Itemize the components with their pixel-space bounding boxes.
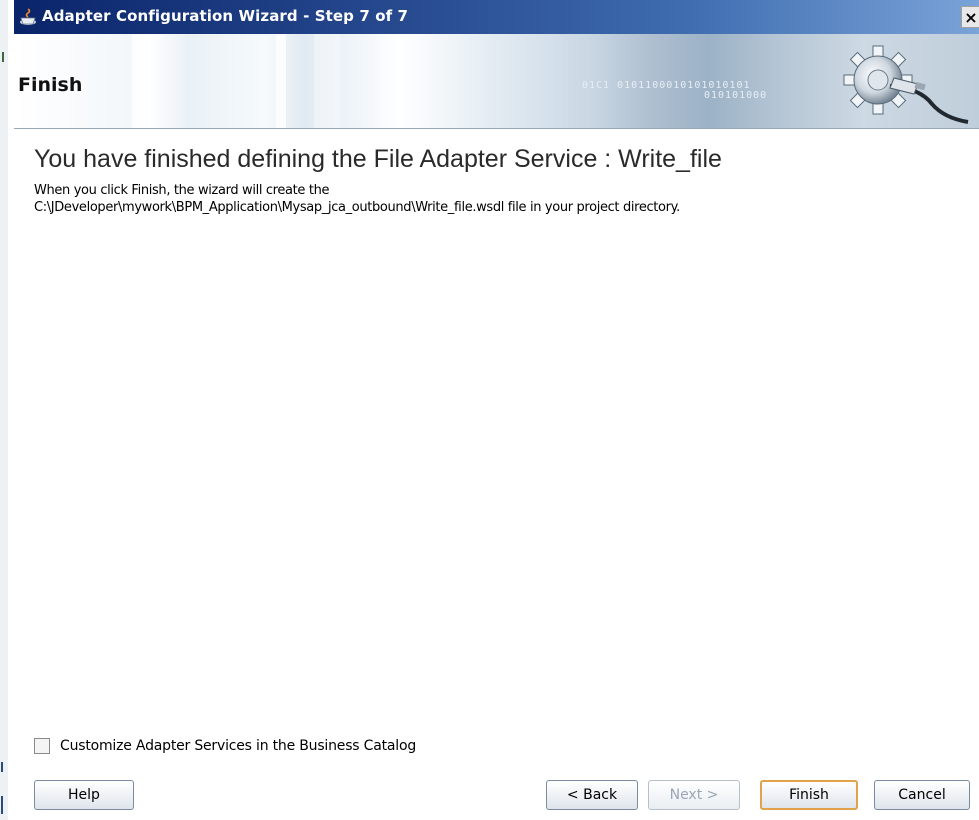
- page-header-banner: Finish 01C1 0101100010101010101 01010100…: [14, 34, 979, 129]
- customize-option[interactable]: Customize Adapter Services in the Busine…: [34, 736, 416, 756]
- back-button[interactable]: < Back: [546, 780, 638, 810]
- description-line: C:\JDeveloper\mywork\BPM_Application\Mys…: [34, 200, 680, 215]
- customize-checkbox-label[interactable]: Customize Adapter Services in the Busine…: [60, 738, 416, 754]
- gear-plug-icon: [843, 45, 969, 124]
- binary-decoration: 010101000: [704, 90, 768, 101]
- title-bar[interactable]: Adapter Configuration Wizard - Step 7 of…: [14, 0, 979, 34]
- help-button[interactable]: Help: [34, 780, 134, 810]
- window-title: Adapter Configuration Wizard - Step 7 of…: [42, 7, 409, 25]
- page-heading: Finish: [18, 74, 83, 96]
- page-title: You have finished defining the File Adap…: [34, 145, 722, 173]
- finish-button[interactable]: Finish: [760, 780, 858, 810]
- description-line: When you click Finish, the wizard will c…: [34, 183, 330, 198]
- java-cup-icon: [20, 8, 36, 25]
- customize-checkbox[interactable]: [34, 738, 50, 754]
- description: When you click Finish, the wizard will c…: [34, 182, 680, 216]
- next-button[interactable]: Next >: [648, 780, 740, 810]
- background-window-edge: [0, 0, 8, 820]
- close-button[interactable]: ×: [961, 6, 979, 28]
- wizard-dialog: Adapter Configuration Wizard - Step 7 of…: [14, 0, 979, 820]
- cancel-button[interactable]: Cancel: [874, 780, 970, 810]
